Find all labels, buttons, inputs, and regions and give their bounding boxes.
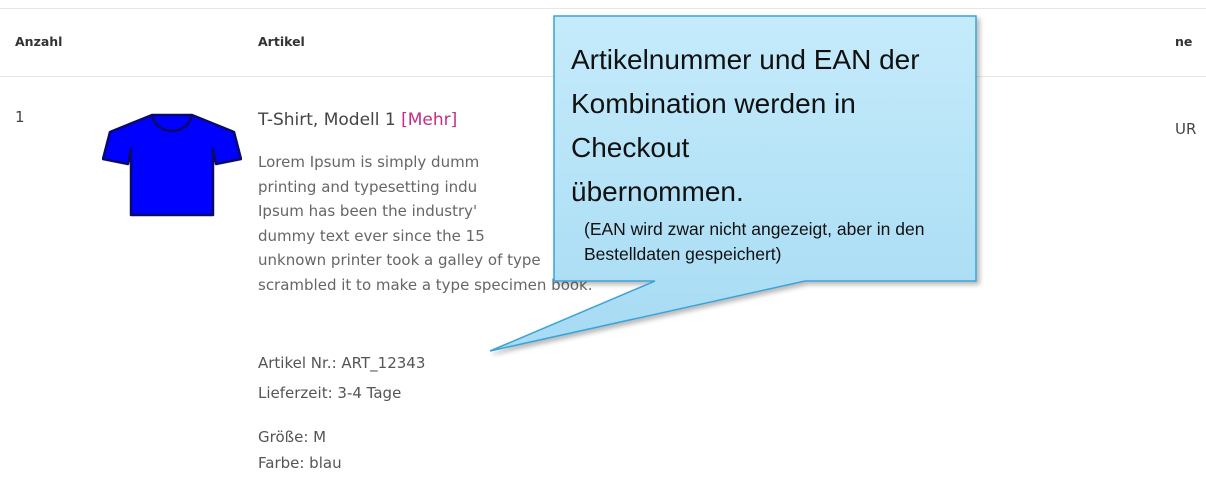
size-attribute: Größe: M (258, 428, 327, 446)
description-line: scrambled it to make a type specimen boo… (258, 275, 593, 294)
callout-main-line: übernommen. (571, 176, 744, 207)
header-price: ne (1175, 34, 1193, 49)
header-article: Artikel (258, 34, 305, 49)
callout-main-line: Artikelnummer und EAN der (571, 44, 920, 75)
table-top-divider (0, 8, 1206, 9)
tshirt-icon[interactable] (102, 112, 242, 218)
callout-note-text: (EAN wird zwar nicht angezeigt, aber in … (584, 217, 964, 267)
callout-main-text: Artikelnummer und EAN der Kombination we… (571, 38, 971, 214)
header-quantity: Anzahl (15, 34, 63, 49)
more-link[interactable]: [Mehr] (401, 110, 457, 130)
callout-note-line: Bestelldaten gespeichert) (584, 244, 782, 264)
callout-main-line: Kombination werden in Checkout (571, 88, 856, 163)
price-value: UR (1175, 120, 1197, 138)
color-attribute: Farbe: blau (258, 454, 342, 472)
product-title-text: T-Shirt, Modell 1 (258, 110, 396, 130)
quantity-value: 1 (15, 108, 25, 126)
callout-note-line: (EAN wird zwar nicht angezeigt, aber in … (584, 219, 925, 239)
article-number: Artikel Nr.: ART_12343 (258, 354, 426, 372)
product-title: T-Shirt, Modell 1 [Mehr] (258, 110, 457, 130)
delivery-time: Lieferzeit: 3-4 Tage (258, 384, 402, 402)
